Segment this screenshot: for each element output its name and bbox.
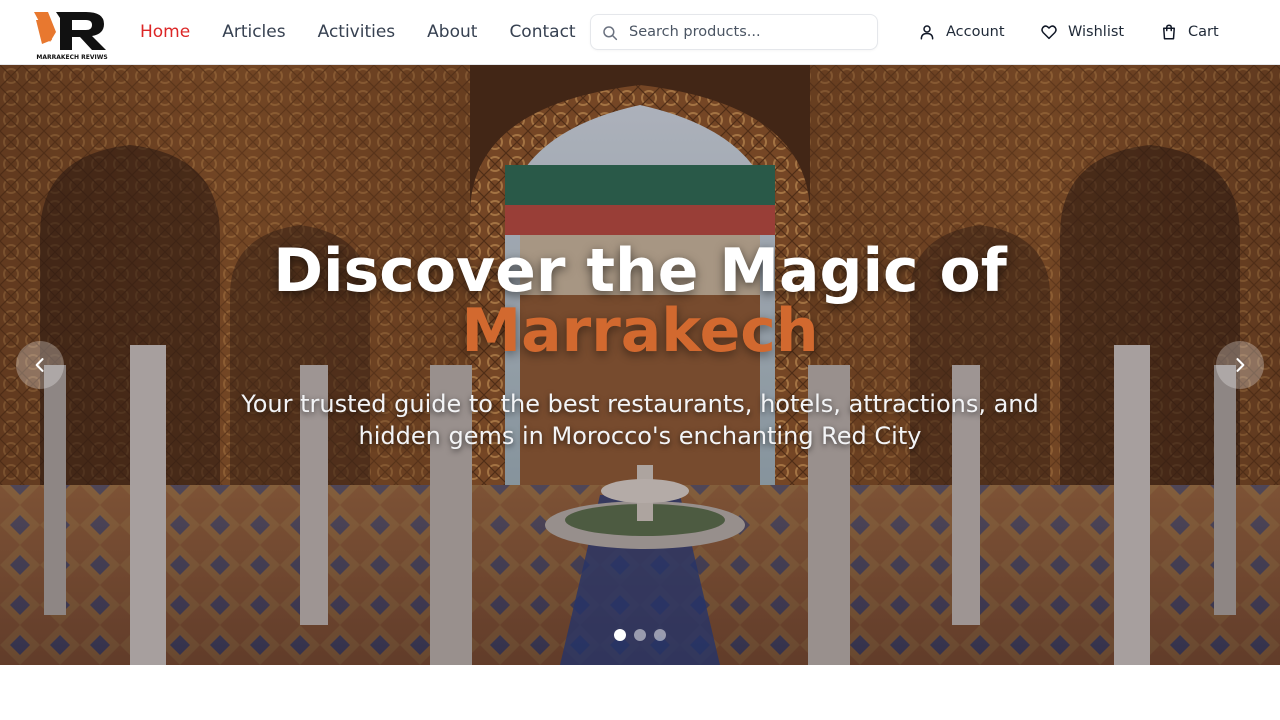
shopping-bag-icon <box>1163 24 1175 40</box>
carousel-dot-2[interactable] <box>634 629 646 641</box>
nav-activities[interactable]: Activities <box>318 22 396 42</box>
wishlist-label: Wishlist <box>1068 24 1125 40</box>
hero-title: Discover the Magic of <box>273 236 1007 306</box>
hero-carousel: Discover the Magic of Marrakech Your tru… <box>0 65 1280 665</box>
cart-link[interactable]: Cart <box>1160 0 1219 64</box>
carousel-prev-button[interactable] <box>16 341 64 389</box>
user-icon <box>920 25 934 40</box>
svg-text:MARRAKECH REVIWS: MARRAKECH REVIWS <box>36 54 107 61</box>
carousel-indicators <box>614 629 666 641</box>
wishlist-link[interactable]: Wishlist <box>1040 0 1124 64</box>
cart-label: Cart <box>1188 24 1219 40</box>
brand-logo[interactable]: MARRAKECH REVIWS <box>32 6 112 62</box>
search-input[interactable] <box>629 16 869 48</box>
carousel-dot-1[interactable] <box>614 629 626 641</box>
site-header: MARRAKECH REVIWS Home Articles Activitie… <box>0 0 1280 65</box>
heart-icon <box>1041 25 1057 40</box>
nav-about[interactable]: About <box>427 22 477 42</box>
carousel-dot-3[interactable] <box>654 629 666 641</box>
carousel-next-button[interactable] <box>1216 341 1264 389</box>
hero-subtitle: Your trusted guide to the best restauran… <box>241 390 1039 450</box>
account-link[interactable]: Account <box>918 0 1005 64</box>
hero-title-accent: Marrakech <box>461 296 819 366</box>
nav-contact[interactable]: Contact <box>509 22 575 42</box>
search-box <box>590 14 878 50</box>
search-icon <box>603 26 618 41</box>
chevron-left-icon <box>35 358 44 372</box>
main-nav: Home Articles Activities About Contact <box>140 0 576 64</box>
chevron-right-icon <box>1236 358 1245 372</box>
nav-home[interactable]: Home <box>140 22 190 42</box>
nav-articles[interactable]: Articles <box>222 22 285 42</box>
account-label: Account <box>946 24 1005 40</box>
